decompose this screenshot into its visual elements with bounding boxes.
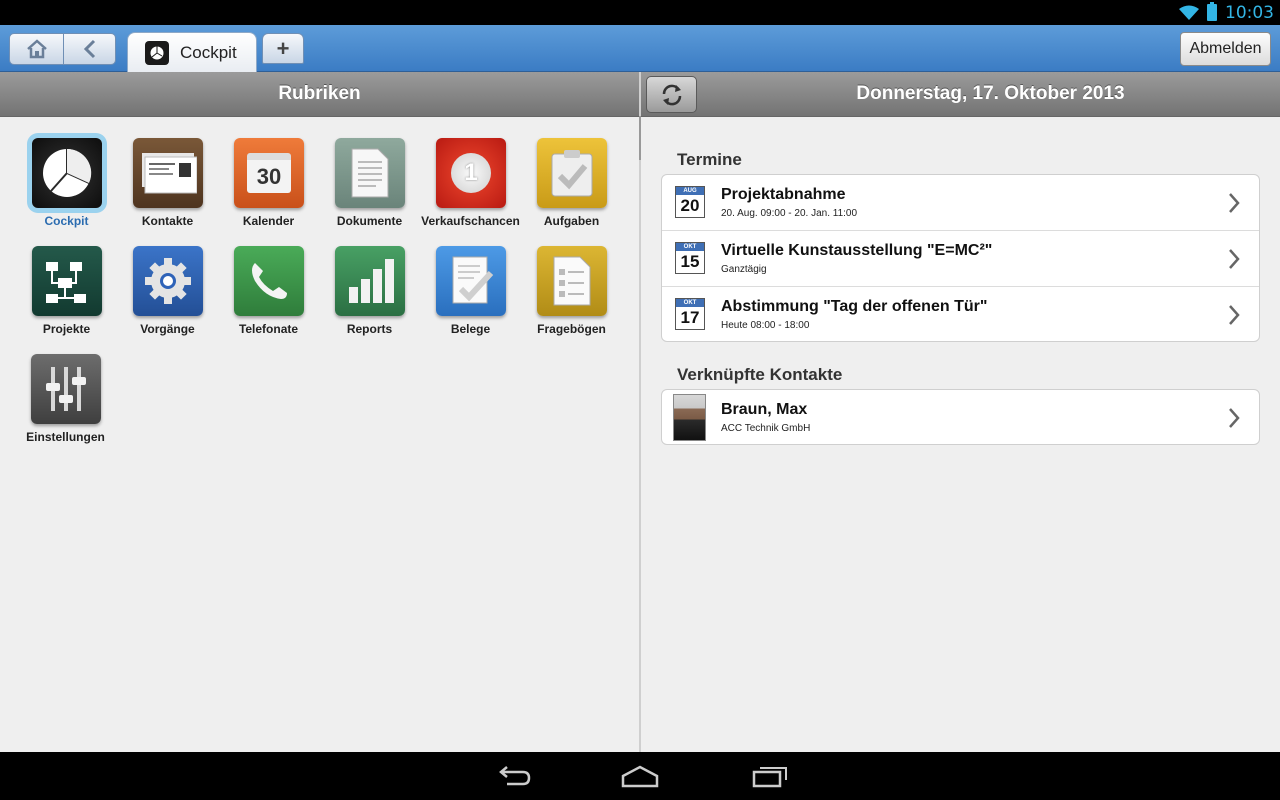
category-label: Cockpit — [44, 214, 89, 228]
category-label: Belege — [450, 322, 491, 336]
bar-chart-icon — [335, 246, 405, 316]
home-icon — [26, 39, 47, 59]
clipboard-check-icon — [537, 138, 607, 208]
appointment-day: 20 — [680, 196, 700, 215]
category-calls[interactable]: Telefonate — [218, 242, 319, 350]
chevron-right-icon — [1229, 305, 1240, 325]
appointment-row[interactable]: OKT 15 Virtuelle Kunstausstellung "E=MC²… — [662, 231, 1259, 287]
calendar-date-icon: AUG 20 — [675, 186, 705, 218]
appointment-title: Virtuelle Kunstausstellung "E=MC²" — [721, 242, 993, 259]
category-label: Projekte — [42, 322, 91, 336]
gear-icon — [133, 246, 203, 316]
badge-one-icon: 1 — [436, 138, 506, 208]
calendar-date-icon: OKT 15 — [675, 242, 705, 274]
category-label: Vorgänge — [140, 322, 195, 336]
home-nav-icon[interactable] — [620, 764, 660, 788]
back-button[interactable] — [64, 33, 116, 65]
category-cockpit[interactable]: Cockpit — [16, 134, 117, 242]
appointment-time: Ganztägig — [721, 264, 767, 275]
category-label: Aufgaben — [543, 214, 600, 228]
category-reports[interactable]: Reports — [319, 242, 420, 350]
cockpit-icon — [145, 40, 169, 65]
wifi-icon — [1179, 5, 1199, 20]
add-tab-button[interactable]: + — [262, 33, 304, 64]
tab-bar: Cockpit + Abmelden — [0, 25, 1280, 72]
category-label: Fragebögen — [537, 322, 606, 336]
category-label: Kalender — [242, 214, 295, 228]
system-nav-bar — [0, 752, 1280, 800]
contact-name: Braun, Max — [721, 401, 808, 418]
category-projects[interactable]: Projekte — [16, 242, 117, 350]
appointment-day: 15 — [680, 252, 700, 271]
linked-contacts-list: Braun, Max ACC Technik GmbH — [661, 389, 1260, 445]
refresh-icon — [662, 84, 681, 105]
date-header: Donnerstag, 17. Oktober 2013 — [641, 72, 1280, 117]
tab-cockpit[interactable]: Cockpit — [127, 32, 257, 72]
category-processes[interactable]: Vorgänge — [117, 242, 218, 350]
category-tasks[interactable]: Aufgaben — [521, 134, 622, 242]
appointment-row[interactable]: AUG 20 Projektabnahme 20. Aug. 09:00 - 2… — [662, 175, 1259, 231]
categories-header: Rubriken — [0, 72, 639, 117]
categories-panel: Rubriken Cockpit Kontakte 30 Kalender Do… — [0, 72, 639, 752]
appointment-time: Heute 08:00 - 18:00 — [721, 320, 810, 331]
questionnaire-icon — [537, 246, 607, 316]
status-time: 10:03 — [1225, 2, 1274, 23]
opportunity-number: 1 — [451, 153, 491, 193]
refresh-button[interactable] — [646, 76, 697, 113]
receipt-check-icon — [436, 246, 506, 316]
category-settings[interactable]: Einstellungen — [15, 350, 116, 458]
flowchart-icon — [32, 246, 102, 316]
category-calendar[interactable]: 30 Kalender — [218, 134, 319, 242]
avatar — [673, 394, 706, 441]
category-label: Kontakte — [141, 214, 194, 228]
back-nav-icon[interactable] — [493, 764, 533, 788]
tab-label: Cockpit — [180, 42, 237, 62]
home-button[interactable] — [9, 33, 64, 65]
linked-contacts-title: Verknüpfte Kontakte — [677, 365, 843, 384]
appointment-month: OKT — [676, 299, 704, 307]
appointments-list: AUG 20 Projektabnahme 20. Aug. 09:00 - 2… — [661, 174, 1260, 342]
battery-icon — [1207, 2, 1217, 21]
sliders-icon — [31, 354, 101, 424]
category-label: Telefonate — [238, 322, 299, 336]
contact-company: ACC Technik GmbH — [721, 423, 811, 434]
category-label: Einstellungen — [26, 430, 105, 444]
current-date: Donnerstag, 17. Oktober 2013 — [856, 83, 1125, 104]
logout-button[interactable]: Abmelden — [1180, 32, 1271, 66]
recent-apps-icon[interactable] — [750, 764, 790, 788]
calendar-day: 30 — [247, 153, 291, 193]
business-card-icon — [133, 138, 203, 208]
phone-icon — [234, 246, 304, 316]
category-documents[interactable]: Dokumente — [319, 134, 420, 242]
appointment-time: 20. Aug. 09:00 - 20. Jan. 11:00 — [721, 208, 858, 219]
pie-chart-icon — [32, 138, 102, 208]
back-icon — [83, 39, 95, 59]
status-bar: 10:03 — [0, 0, 1280, 25]
calendar-icon: 30 — [234, 138, 304, 208]
category-questionnaires[interactable]: Fragebögen — [521, 242, 622, 350]
chevron-right-icon — [1229, 249, 1240, 269]
appointment-month: OKT — [676, 243, 704, 251]
category-label: Reports — [346, 322, 393, 336]
cockpit-panel: Donnerstag, 17. Oktober 2013 Termine AUG… — [641, 72, 1280, 752]
calendar-date-icon: OKT 17 — [675, 298, 705, 330]
chevron-right-icon — [1229, 193, 1240, 213]
appointment-title: Abstimmung "Tag der offenen Tür" — [721, 298, 988, 315]
category-label: Verkaufschancen — [421, 214, 520, 228]
chevron-right-icon — [1229, 408, 1240, 428]
category-opportunities[interactable]: 1 Verkaufschancen — [420, 134, 521, 242]
appointment-title: Projektabnahme — [721, 186, 846, 203]
category-contacts[interactable]: Kontakte — [117, 134, 218, 242]
appointment-month: AUG — [676, 187, 704, 195]
contact-row[interactable]: Braun, Max ACC Technik GmbH — [662, 390, 1259, 444]
appointment-row[interactable]: OKT 17 Abstimmung "Tag der offenen Tür" … — [662, 287, 1259, 341]
document-icon — [335, 138, 405, 208]
appointment-day: 17 — [680, 308, 700, 327]
category-receipts[interactable]: Belege — [420, 242, 521, 350]
appointments-title: Termine — [677, 150, 742, 169]
category-label: Dokumente — [336, 214, 403, 228]
